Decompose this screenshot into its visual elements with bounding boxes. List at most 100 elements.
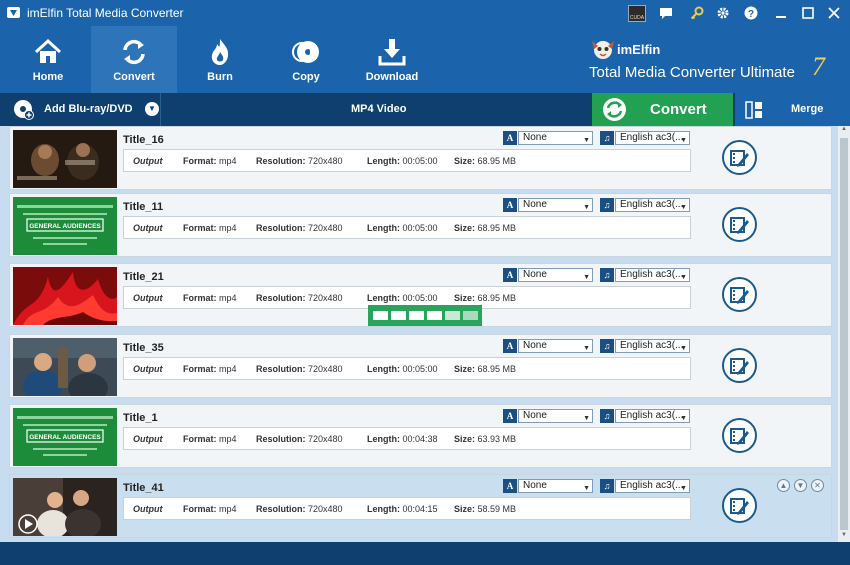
tool-copy[interactable]: Copy [263,26,349,93]
progress-segment [391,311,406,320]
settings-gear-icon[interactable] [713,3,733,23]
subtitle-select[interactable]: A None ▼ [503,409,593,423]
progress-segment [463,311,478,320]
video-thumbnail: GENERAL AUDIENCES [13,408,117,466]
tool-home[interactable]: Home [5,26,91,93]
progress-segment [427,311,442,320]
chevron-down-icon: ▼ [583,345,590,352]
subtitle-select[interactable]: A None ▼ [503,268,593,282]
list-item[interactable]: GENERAL AUDIENCES Title_1 A None ▼ ♫ Engl… [9,404,832,468]
edit-video-button[interactable] [722,348,757,383]
chevron-down-icon: ▼ [583,204,590,211]
merge-button[interactable]: Merge [735,93,850,126]
audio-select[interactable]: ♫ English ac3(... ▼ [600,198,690,212]
edit-icon [730,498,749,515]
row-title: Title_16 [123,134,164,146]
progress-segment [409,311,424,320]
tool-burn[interactable]: Burn [177,26,263,93]
move-up-icon[interactable]: ▲ [777,479,790,492]
edit-icon [730,428,749,445]
audio-select[interactable]: ♫ English ac3(... ▼ [600,479,690,493]
edit-icon [730,358,749,375]
subtitle-select[interactable]: A None ▼ [503,198,593,212]
svg-text:GENERAL AUDIENCES: GENERAL AUDIENCES [29,434,101,441]
chevron-down-icon: ▼ [680,345,687,352]
list-item[interactable]: GENERAL AUDIENCES Title_11 A None ▼ ♫ Eng… [9,193,832,257]
chevron-down-icon: ▼ [583,415,590,422]
tool-convert[interactable]: Convert [91,26,177,93]
chevron-down-icon: ▼ [680,137,687,144]
list-item[interactable]: Title_35 A None ▼ ♫ English ac3(... ▼ Outp… [9,334,832,398]
edit-video-button[interactable] [722,140,757,175]
output-info: Output Format: mp4 Resolution: 720x480 L… [123,497,691,520]
video-thumbnail [13,338,117,396]
audio-select[interactable]: ♫ English ac3(... ▼ [600,131,690,145]
add-bluray-dvd-button[interactable]: Add Blu-ray/DVD [44,103,133,115]
row-title: Title_11 [123,201,164,213]
output-format-selector[interactable]: MP4 Video [351,103,406,115]
chevron-down-icon: ▼ [680,274,687,281]
title-bar: imElfin Total Media Converter CUDA ? [0,0,850,26]
chevron-down-icon: ▼ [583,137,590,144]
list-item[interactable]: Title_16 A None ▼ ♫ English ac3(... ▼ Outp… [9,126,832,190]
scroll-down-icon[interactable]: ▼ [838,532,850,542]
product-name: Total Media Converter Ultimate [589,64,795,81]
elfin-logo [592,41,614,59]
subtitle-icon: A [503,198,517,212]
merge-icon [745,101,762,119]
cuda-icon[interactable]: CUDA [628,5,646,22]
edit-video-button[interactable] [722,207,757,242]
feedback-icon[interactable] [656,3,676,23]
version-number: 7 [812,52,825,81]
audio-select[interactable]: ♫ English ac3(... ▼ [600,268,690,282]
move-down-icon[interactable]: ▼ [794,479,807,492]
subtitle-icon: A [503,409,517,423]
audio-track-icon: ♫ [600,268,614,282]
progress-segment [373,311,388,320]
add-disc-icon[interactable] [12,98,34,120]
loading-progress [368,305,482,326]
main-toolbar: Home Convert Burn Copy Download imElfin … [0,26,850,93]
chevron-down-icon: ▼ [680,485,687,492]
video-thumbnail [13,267,117,325]
app-icon [7,7,20,18]
edit-video-button[interactable] [722,277,757,312]
audio-select[interactable]: ♫ English ac3(... ▼ [600,409,690,423]
convert-button[interactable]: Convert [592,93,733,126]
burn-icon [211,39,229,65]
maximize-icon[interactable] [798,3,818,23]
row-title: Title_1 [123,412,158,424]
output-info: Output Format: mp4 Resolution: 720x480 L… [123,427,691,450]
chevron-down-icon: ▼ [680,415,687,422]
list-item-selected[interactable]: Title_41 A None ▼ ♫ English ac3(... ▼ Outp… [9,474,832,538]
edit-video-button[interactable] [722,418,757,453]
copy-icon [292,41,319,63]
audio-select[interactable]: ♫ English ac3(... ▼ [600,339,690,353]
row-title: Title_21 [123,271,164,283]
subtitle-select[interactable]: A None ▼ [503,479,593,493]
audio-track-icon: ♫ [600,409,614,423]
convert-icon [603,98,626,121]
divider [160,93,161,126]
subtitle-icon: A [503,339,517,353]
output-info: Output Format: mp4 Resolution: 720x480 L… [123,357,691,380]
edit-icon [730,150,749,167]
subtitle-select[interactable]: A None ▼ [503,339,593,353]
window-title: imElfin Total Media Converter [27,6,184,20]
subtitle-select[interactable]: A None ▼ [503,131,593,145]
remove-icon[interactable]: ✕ [811,479,824,492]
scroll-up-icon[interactable]: ▲ [838,126,850,136]
register-key-icon[interactable] [687,3,707,23]
close-icon[interactable] [824,3,844,23]
minimize-icon[interactable] [771,3,791,23]
help-icon[interactable]: ? [741,3,761,23]
scrollbar-thumb[interactable] [840,138,848,530]
chevron-down-icon[interactable]: ▼ [145,102,159,116]
audio-track-icon: ♫ [600,479,614,493]
home-icon [34,38,62,63]
edit-video-button[interactable] [722,488,757,523]
download-icon [378,39,406,66]
tool-download[interactable]: Download [349,26,435,93]
video-thumbnail [13,130,117,188]
convert-icon [123,39,145,65]
